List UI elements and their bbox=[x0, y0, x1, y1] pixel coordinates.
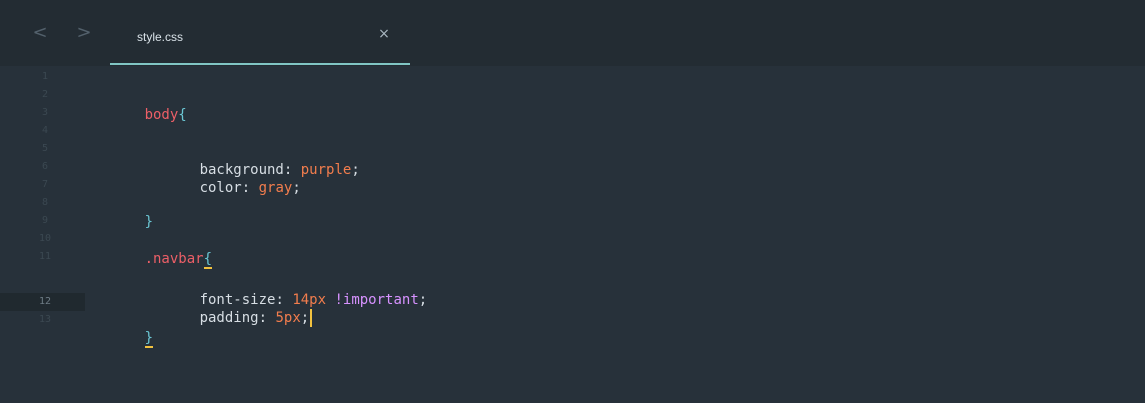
number-value: 5 bbox=[275, 310, 284, 326]
back-button[interactable]: < bbox=[29, 22, 51, 44]
semicolon: ; bbox=[292, 180, 301, 196]
code-line-9[interactable]: .navbar{ bbox=[94, 232, 213, 269]
unit-value: px bbox=[283, 310, 301, 326]
code-line-7[interactable]: } bbox=[94, 195, 153, 230]
line-number-8: 8 bbox=[41, 197, 49, 208]
file-tab-style-css[interactable]: style.css × bbox=[110, 14, 410, 67]
active-tab-indicator bbox=[110, 63, 410, 65]
code-line-11[interactable]: font-size: 14px !important; bbox=[149, 273, 428, 308]
line-number-6: 6 bbox=[41, 161, 49, 172]
tab-title: style.css bbox=[137, 30, 184, 44]
code-line-12[interactable]: padding: 5px; bbox=[149, 291, 313, 327]
code-editor-window: < > style.css × 1 2 3 4 5 6 7 8 9 10 11 … bbox=[0, 0, 1145, 403]
code-line-13[interactable]: } bbox=[94, 311, 154, 348]
selector-body: body bbox=[144, 107, 179, 123]
important-keyword: !important bbox=[334, 292, 419, 308]
close-tab-button[interactable]: × bbox=[377, 27, 391, 41]
close-icon: × bbox=[378, 26, 390, 42]
code-line-5[interactable]: color: gray; bbox=[149, 161, 301, 196]
value-purple: purple bbox=[300, 162, 352, 178]
forward-button[interactable]: > bbox=[73, 22, 95, 44]
line-number-12: 12 bbox=[38, 296, 52, 307]
chevron-left-icon: < bbox=[32, 22, 48, 43]
line-number-11: 11 bbox=[38, 251, 52, 262]
selector-navbar: .navbar bbox=[144, 251, 204, 267]
semicolon: ; bbox=[300, 310, 310, 326]
opening-brace: { bbox=[203, 251, 213, 269]
code-line-4[interactable]: background: purple; bbox=[149, 143, 360, 178]
colon: : bbox=[258, 310, 268, 326]
line-number-10: 10 bbox=[38, 233, 52, 244]
line-number-4: 4 bbox=[41, 125, 49, 136]
text-cursor bbox=[310, 309, 313, 327]
semicolon: ; bbox=[351, 162, 360, 178]
opening-brace: { bbox=[178, 107, 187, 123]
closing-brace: } bbox=[144, 330, 154, 348]
line-number-1: 1 bbox=[41, 71, 49, 82]
closing-brace: } bbox=[144, 214, 154, 230]
code-editor[interactable]: 1 2 3 4 5 6 7 8 9 10 11 12 13 body{ back… bbox=[0, 66, 1145, 403]
colon: : bbox=[241, 180, 251, 196]
line-number-13: 13 bbox=[38, 314, 52, 325]
line-number-5: 5 bbox=[41, 143, 49, 154]
semicolon: ; bbox=[418, 292, 428, 308]
property-padding: padding bbox=[199, 310, 259, 326]
chevron-right-icon: > bbox=[76, 22, 92, 43]
line-number-3: 3 bbox=[41, 107, 49, 118]
line-number-9: 9 bbox=[41, 215, 49, 226]
editor-top-bar: < > style.css × bbox=[0, 0, 1145, 66]
value-gray: gray bbox=[258, 180, 293, 196]
line-number-7: 7 bbox=[41, 179, 49, 190]
line-number-gutter: 1 2 3 4 5 6 7 8 9 10 11 12 13 bbox=[0, 66, 85, 403]
code-line-2[interactable]: body{ bbox=[94, 88, 187, 123]
line-number-2: 2 bbox=[41, 89, 49, 100]
property-color: color bbox=[199, 180, 242, 196]
